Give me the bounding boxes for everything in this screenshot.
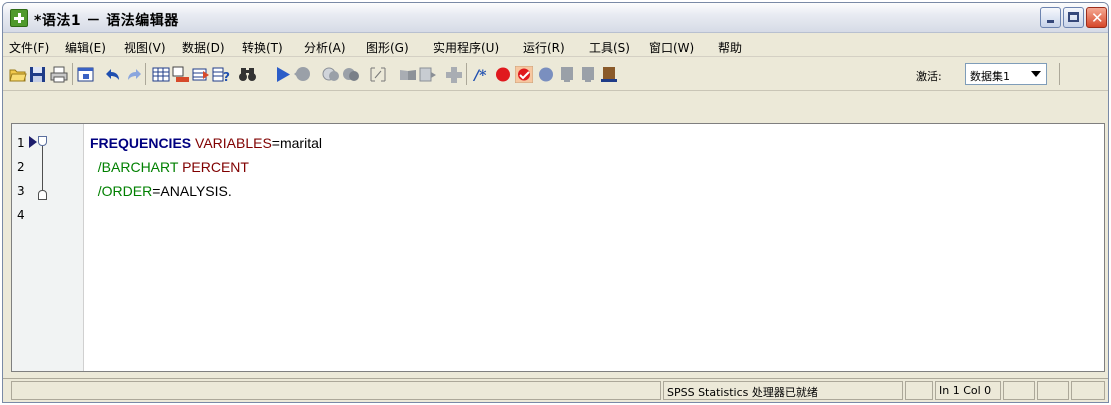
toolbar-separator	[466, 63, 467, 85]
status-empty-cell	[905, 381, 933, 400]
minimize-button[interactable]	[1040, 7, 1061, 28]
breakpoint-icon[interactable]	[494, 66, 512, 83]
bookmark-next-icon[interactable]	[342, 66, 360, 83]
line-number: 1	[17, 136, 25, 150]
status-bar: SPSS Statistics 处理器已就绪 In 1 Col 0	[3, 378, 1108, 402]
syntax-editor-window: *语法1 － 语法编辑器 ✕ 文件(F) 编辑(E) 视图(V) 数据(D) 转…	[2, 2, 1109, 403]
menu-window[interactable]: 窗口(W)	[649, 39, 694, 56]
dataset-value: 数据集1	[970, 70, 1010, 83]
close-button[interactable]: ✕	[1086, 7, 1107, 28]
minimize-icon	[1047, 20, 1054, 23]
step-icon[interactable]	[537, 66, 555, 83]
toggle-comment-icon[interactable]	[369, 66, 387, 83]
menu-utilities[interactable]: 实用程序(U)	[433, 39, 499, 56]
menu-data[interactable]: 数据(D)	[182, 39, 225, 56]
command-span-line	[42, 146, 43, 190]
code-line[interactable]: /ORDER=ANALYSIS.	[90, 183, 232, 199]
window-title: *语法1 － 语法编辑器	[34, 13, 179, 29]
open-icon[interactable]	[9, 66, 27, 83]
syntax-editor-area[interactable]: 1 2 3 4 FREQUENCIES VARIABLES=marital /B…	[11, 123, 1105, 372]
menu-graphs[interactable]: 图形(G)	[366, 39, 409, 56]
menu-analyze[interactable]: 分析(A)	[304, 39, 346, 56]
status-empty-cell	[1037, 381, 1069, 400]
recall-dialog-icon[interactable]	[77, 66, 95, 83]
menu-help[interactable]: 帮助	[718, 39, 742, 56]
menu-tools[interactable]: 工具(S)	[589, 39, 630, 56]
variables-info-icon[interactable]: ?	[212, 66, 230, 83]
status-empty-cell	[1071, 381, 1105, 400]
command-span-end-icon	[38, 190, 47, 200]
run-selection-icon[interactable]	[274, 66, 292, 83]
code-line[interactable]: /BARCHART PERCENT	[90, 159, 249, 175]
line-number: 4	[17, 208, 25, 222]
maximize-icon	[1068, 12, 1079, 22]
toolbar-separator	[145, 63, 146, 85]
menu-transform[interactable]: 转换(T)	[242, 39, 283, 56]
toolbar: ? /* 激活: 数据集1	[3, 57, 1108, 91]
bookmark-icon[interactable]	[322, 66, 340, 83]
svg-text:?: ?	[223, 70, 230, 83]
toolbar-separator	[1059, 63, 1060, 85]
stop-icon[interactable]	[293, 66, 311, 83]
split-file-icon[interactable]	[419, 66, 437, 83]
redo-icon[interactable]	[124, 66, 142, 83]
toolbar-separator	[72, 63, 73, 85]
close-icon: ✕	[1091, 9, 1104, 27]
save-icon[interactable]	[29, 66, 47, 83]
activate-label: 激活:	[916, 70, 942, 83]
status-empty-cell	[1003, 381, 1035, 400]
code-line[interactable]: FREQUENCIES VARIABLES=marital	[90, 135, 322, 151]
status-empty-cell	[11, 381, 661, 400]
end-icon[interactable]	[600, 66, 618, 83]
syntax-help-icon[interactable]	[399, 66, 417, 83]
menu-bar: 文件(F) 编辑(E) 视图(V) 数据(D) 转换(T) 分析(A) 图形(G…	[3, 34, 1108, 57]
command-keyword: FREQUENCIES	[90, 135, 192, 151]
menu-edit[interactable]: 编辑(E)	[65, 39, 106, 56]
code-text: =ANALYSIS.	[152, 183, 232, 199]
line-number: 3	[17, 184, 25, 198]
dataset-dropdown[interactable]: 数据集1	[965, 63, 1047, 85]
goto-case-icon[interactable]	[152, 66, 170, 83]
line-number: 2	[17, 160, 25, 174]
maximize-button[interactable]	[1063, 7, 1084, 28]
slash-subcommand: /ORDER	[97, 183, 153, 199]
processor-status: SPSS Statistics 处理器已就绪	[663, 381, 903, 400]
title-bar[interactable]: *语法1 － 语法编辑器 ✕	[3, 3, 1108, 33]
syntax-editor-app-icon	[10, 9, 28, 27]
chevron-down-icon	[1031, 71, 1041, 77]
print-icon[interactable]	[50, 66, 68, 83]
command-span-start-icon[interactable]	[38, 136, 47, 146]
menu-file[interactable]: 文件(F)	[9, 39, 49, 56]
step-end-icon[interactable]	[579, 66, 597, 83]
subcommand: VARIABLES	[195, 135, 272, 151]
step-next-icon[interactable]	[558, 66, 576, 83]
execution-arrow-icon	[29, 136, 37, 148]
validate-icon[interactable]	[515, 66, 533, 83]
find-icon[interactable]	[239, 66, 257, 83]
slash-subcommand: /BARCHART	[97, 159, 179, 175]
insert-cases-icon[interactable]	[192, 66, 210, 83]
comment-icon[interactable]: /*	[473, 66, 491, 83]
line-number-gutter[interactable]: 1 2 3 4	[12, 124, 84, 371]
undo-icon[interactable]	[105, 66, 123, 83]
add-icon[interactable]	[445, 66, 463, 83]
goto-variable-icon[interactable]	[172, 66, 190, 83]
cursor-position: In 1 Col 0	[935, 381, 1001, 400]
menu-run[interactable]: 运行(R)	[523, 39, 565, 56]
svg-text:/*: /*	[473, 68, 487, 83]
subcommand: PERCENT	[182, 159, 249, 175]
code-text: =marital	[271, 135, 322, 151]
menu-view[interactable]: 视图(V)	[124, 39, 166, 56]
